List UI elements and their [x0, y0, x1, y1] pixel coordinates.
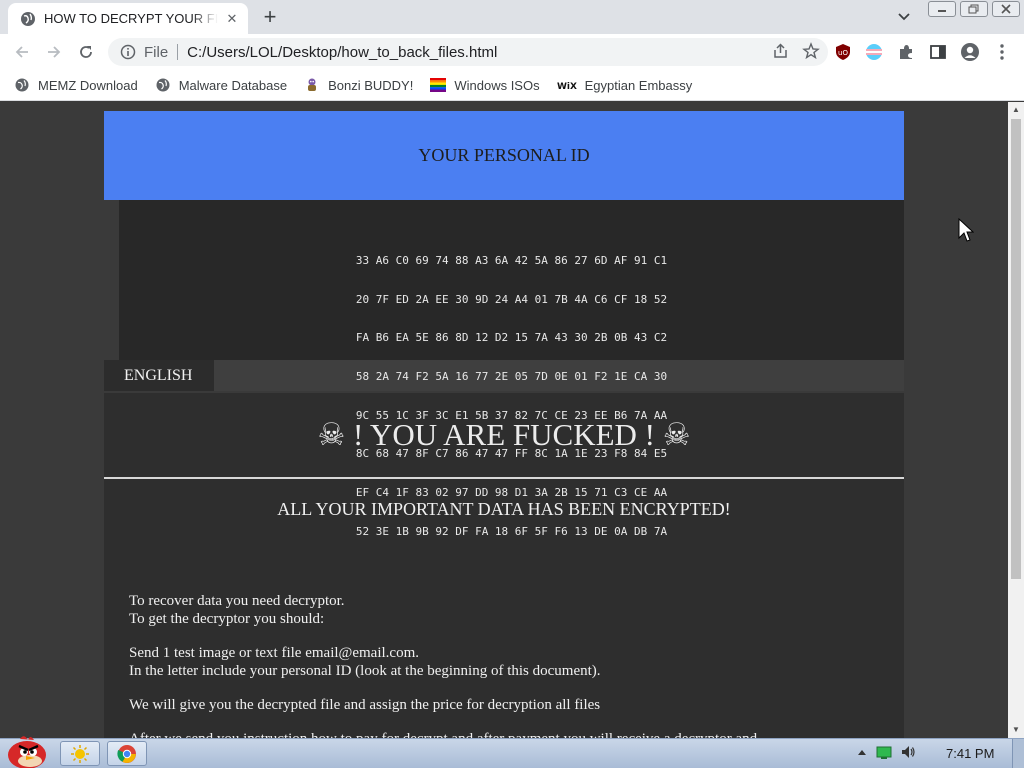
personal-id-box: 33 A6 C0 69 74 88 A3 6A 42 5A 86 27 6D A… — [119, 200, 904, 538]
bookmark-star-icon[interactable] — [802, 42, 820, 60]
bookmark-memz-download[interactable]: MEMZ Download — [14, 77, 138, 93]
angry-bird-start-icon[interactable] — [2, 731, 52, 768]
close-button[interactable] — [992, 1, 1020, 17]
bookmark-windows-isos[interactable]: Windows ISOs — [430, 77, 540, 93]
taskbar-clock[interactable]: 7:41 PM — [946, 746, 994, 761]
ransom-note: YOUR PERSONAL ID 33 A6 C0 69 74 88 A3 6A… — [104, 111, 904, 738]
paragraph-line: We will give you the decrypted file and … — [129, 697, 601, 713]
address-bar[interactable]: File C:/Users/LOL/Desktop/how_to_back_fi… — [108, 38, 828, 66]
paragraph-line: Send 1 test image or text file email@ema… — [129, 645, 419, 661]
paragraph-line: To recover data you need decryptor. — [129, 593, 345, 609]
ublock-extension-icon[interactable]: uO — [833, 42, 853, 62]
taskbar: 7:41 PM — [0, 736, 1024, 768]
paragraph-line: In the letter include your personal ID (… — [129, 663, 601, 679]
system-tray — [856, 744, 916, 760]
trans-flag-extension-icon[interactable] — [864, 42, 884, 62]
hex-line: 52 3E 1B 9B 92 DF FA 18 6F 5F F6 13 DE 0… — [355, 524, 668, 538]
chrome-menu-icon[interactable] — [992, 42, 1012, 62]
bookmark-egyptian-embassy[interactable]: WiX Egyptian Embassy — [557, 77, 693, 93]
tab-close-icon[interactable]: ✕ — [224, 11, 240, 27]
bookmark-label: Bonzi BUDDY! — [328, 77, 414, 93]
reload-icon — [80, 46, 92, 58]
mouse-cursor-icon — [958, 218, 974, 242]
paragraph-line: After we send you instruction how to pay… — [129, 730, 879, 738]
minimize-icon — [938, 10, 946, 12]
taskbar-chrome-button[interactable] — [107, 741, 147, 766]
page-scrollbar[interactable]: ▲ ▼ — [1008, 102, 1024, 738]
address-separator — [177, 44, 179, 60]
personal-id-header: YOUR PERSONAL ID — [104, 111, 904, 200]
tray-expand-arrow-icon[interactable] — [856, 746, 868, 758]
taskbar-explorer-button[interactable] — [60, 741, 100, 766]
scroll-up-arrow-icon[interactable]: ▲ — [1008, 102, 1024, 118]
new-tab-button[interactable]: + — [258, 6, 282, 30]
bookmark-label: Egyptian Embassy — [584, 77, 693, 93]
bookmark-label: Malware Database — [178, 77, 288, 93]
paragraph: To recover data you need decryptor. To g… — [129, 592, 879, 628]
personal-id-hex[interactable]: 33 A6 C0 69 74 88 A3 6A 42 5A 86 27 6D A… — [355, 229, 668, 538]
globe-icon — [21, 11, 35, 26]
svg-text:uO: uO — [838, 49, 848, 57]
window-controls — [928, 1, 1020, 17]
info-icon[interactable] — [120, 44, 136, 60]
share-icon[interactable] — [772, 42, 790, 60]
volume-icon[interactable] — [900, 744, 916, 760]
scroll-down-arrow-icon[interactable]: ▼ — [1008, 722, 1024, 738]
close-icon — [1001, 4, 1011, 14]
browser-toolbar: File C:/Users/LOL/Desktop/how_to_back_fi… — [0, 34, 1024, 70]
wix-logo-text: WiX — [557, 82, 577, 91]
chrome-icon — [117, 744, 136, 763]
tab-title: HOW TO DECRYPT YOUR FILES — [44, 11, 218, 26]
show-desktop-button[interactable] — [1012, 739, 1024, 768]
hex-line: 33 A6 C0 69 74 88 A3 6A 42 5A 86 27 6D A… — [355, 253, 668, 267]
forward-arrow-icon — [48, 46, 61, 58]
tab-search-chevron-icon[interactable] — [893, 8, 915, 26]
restore-button[interactable] — [960, 1, 988, 17]
scrollbar-thumb[interactable] — [1011, 119, 1021, 579]
hex-line: 20 7F ED 2A EE 30 9D 24 A4 01 7B 4A C6 C… — [355, 292, 668, 306]
paragraph: We will give you the decrypted file and … — [129, 696, 879, 714]
omnibox-actions — [772, 42, 820, 60]
side-panel-icon[interactable] — [928, 42, 948, 62]
tab-english[interactable]: ENGLISH — [104, 360, 214, 391]
scheme-label: File — [144, 43, 169, 61]
explorer-sun-icon — [71, 744, 89, 763]
paragraph-line: To get the decryptor you should: — [129, 611, 325, 627]
profile-avatar-icon[interactable] — [960, 42, 980, 62]
back-arrow-icon — [15, 46, 28, 58]
hex-line: 58 2A 74 F2 5A 16 77 2E 05 7D 0E 01 F2 1… — [355, 369, 668, 383]
page-viewport[interactable]: YOUR PERSONAL ID 33 A6 C0 69 74 88 A3 6A… — [0, 102, 1008, 738]
restore-icon — [968, 4, 979, 14]
reload-button[interactable] — [74, 40, 98, 64]
bonzi-icon — [304, 77, 320, 93]
tab-strip: HOW TO DECRYPT YOUR FILES ✕ + — [0, 0, 1024, 34]
bookmark-bonzi-buddy[interactable]: Bonzi BUDDY! — [304, 77, 413, 93]
globe-icon — [14, 77, 30, 93]
active-tab[interactable]: HOW TO DECRYPT YOUR FILES ✕ — [8, 3, 248, 34]
forward-button[interactable] — [42, 40, 66, 64]
bookmark-malware-database[interactable]: Malware Database — [155, 77, 287, 93]
bookmark-label: Windows ISOs — [454, 77, 540, 93]
bookmark-label: MEMZ Download — [38, 77, 138, 93]
network-icon[interactable] — [876, 744, 892, 760]
globe-icon — [155, 77, 171, 93]
ransom-message: ALL YOUR IMPORTANT DATA HAS BEEN ENCRYPT… — [104, 479, 904, 738]
extensions-puzzle-icon[interactable] — [896, 42, 916, 62]
back-button[interactable] — [10, 40, 34, 64]
bookmarks-bar: MEMZ Download Malware Database Bonzi BUD… — [0, 70, 1024, 101]
minimize-button[interactable] — [928, 1, 956, 17]
hex-line: FA B6 EA 5E 86 8D 12 D2 15 7A 43 30 2B 0… — [355, 331, 668, 345]
wix-icon: WiX — [557, 77, 577, 93]
paragraph: After we send you instruction how to pay… — [129, 730, 879, 738]
encrypted-subheadline: ALL YOUR IMPORTANT DATA HAS BEEN ENCRYPT… — [277, 499, 731, 519]
url-text[interactable]: C:/Users/LOL/Desktop/how_to_back_files.h… — [187, 44, 497, 61]
paragraph: Send 1 test image or text file email@ema… — [129, 644, 879, 680]
rainbow-flag-icon — [430, 77, 447, 93]
